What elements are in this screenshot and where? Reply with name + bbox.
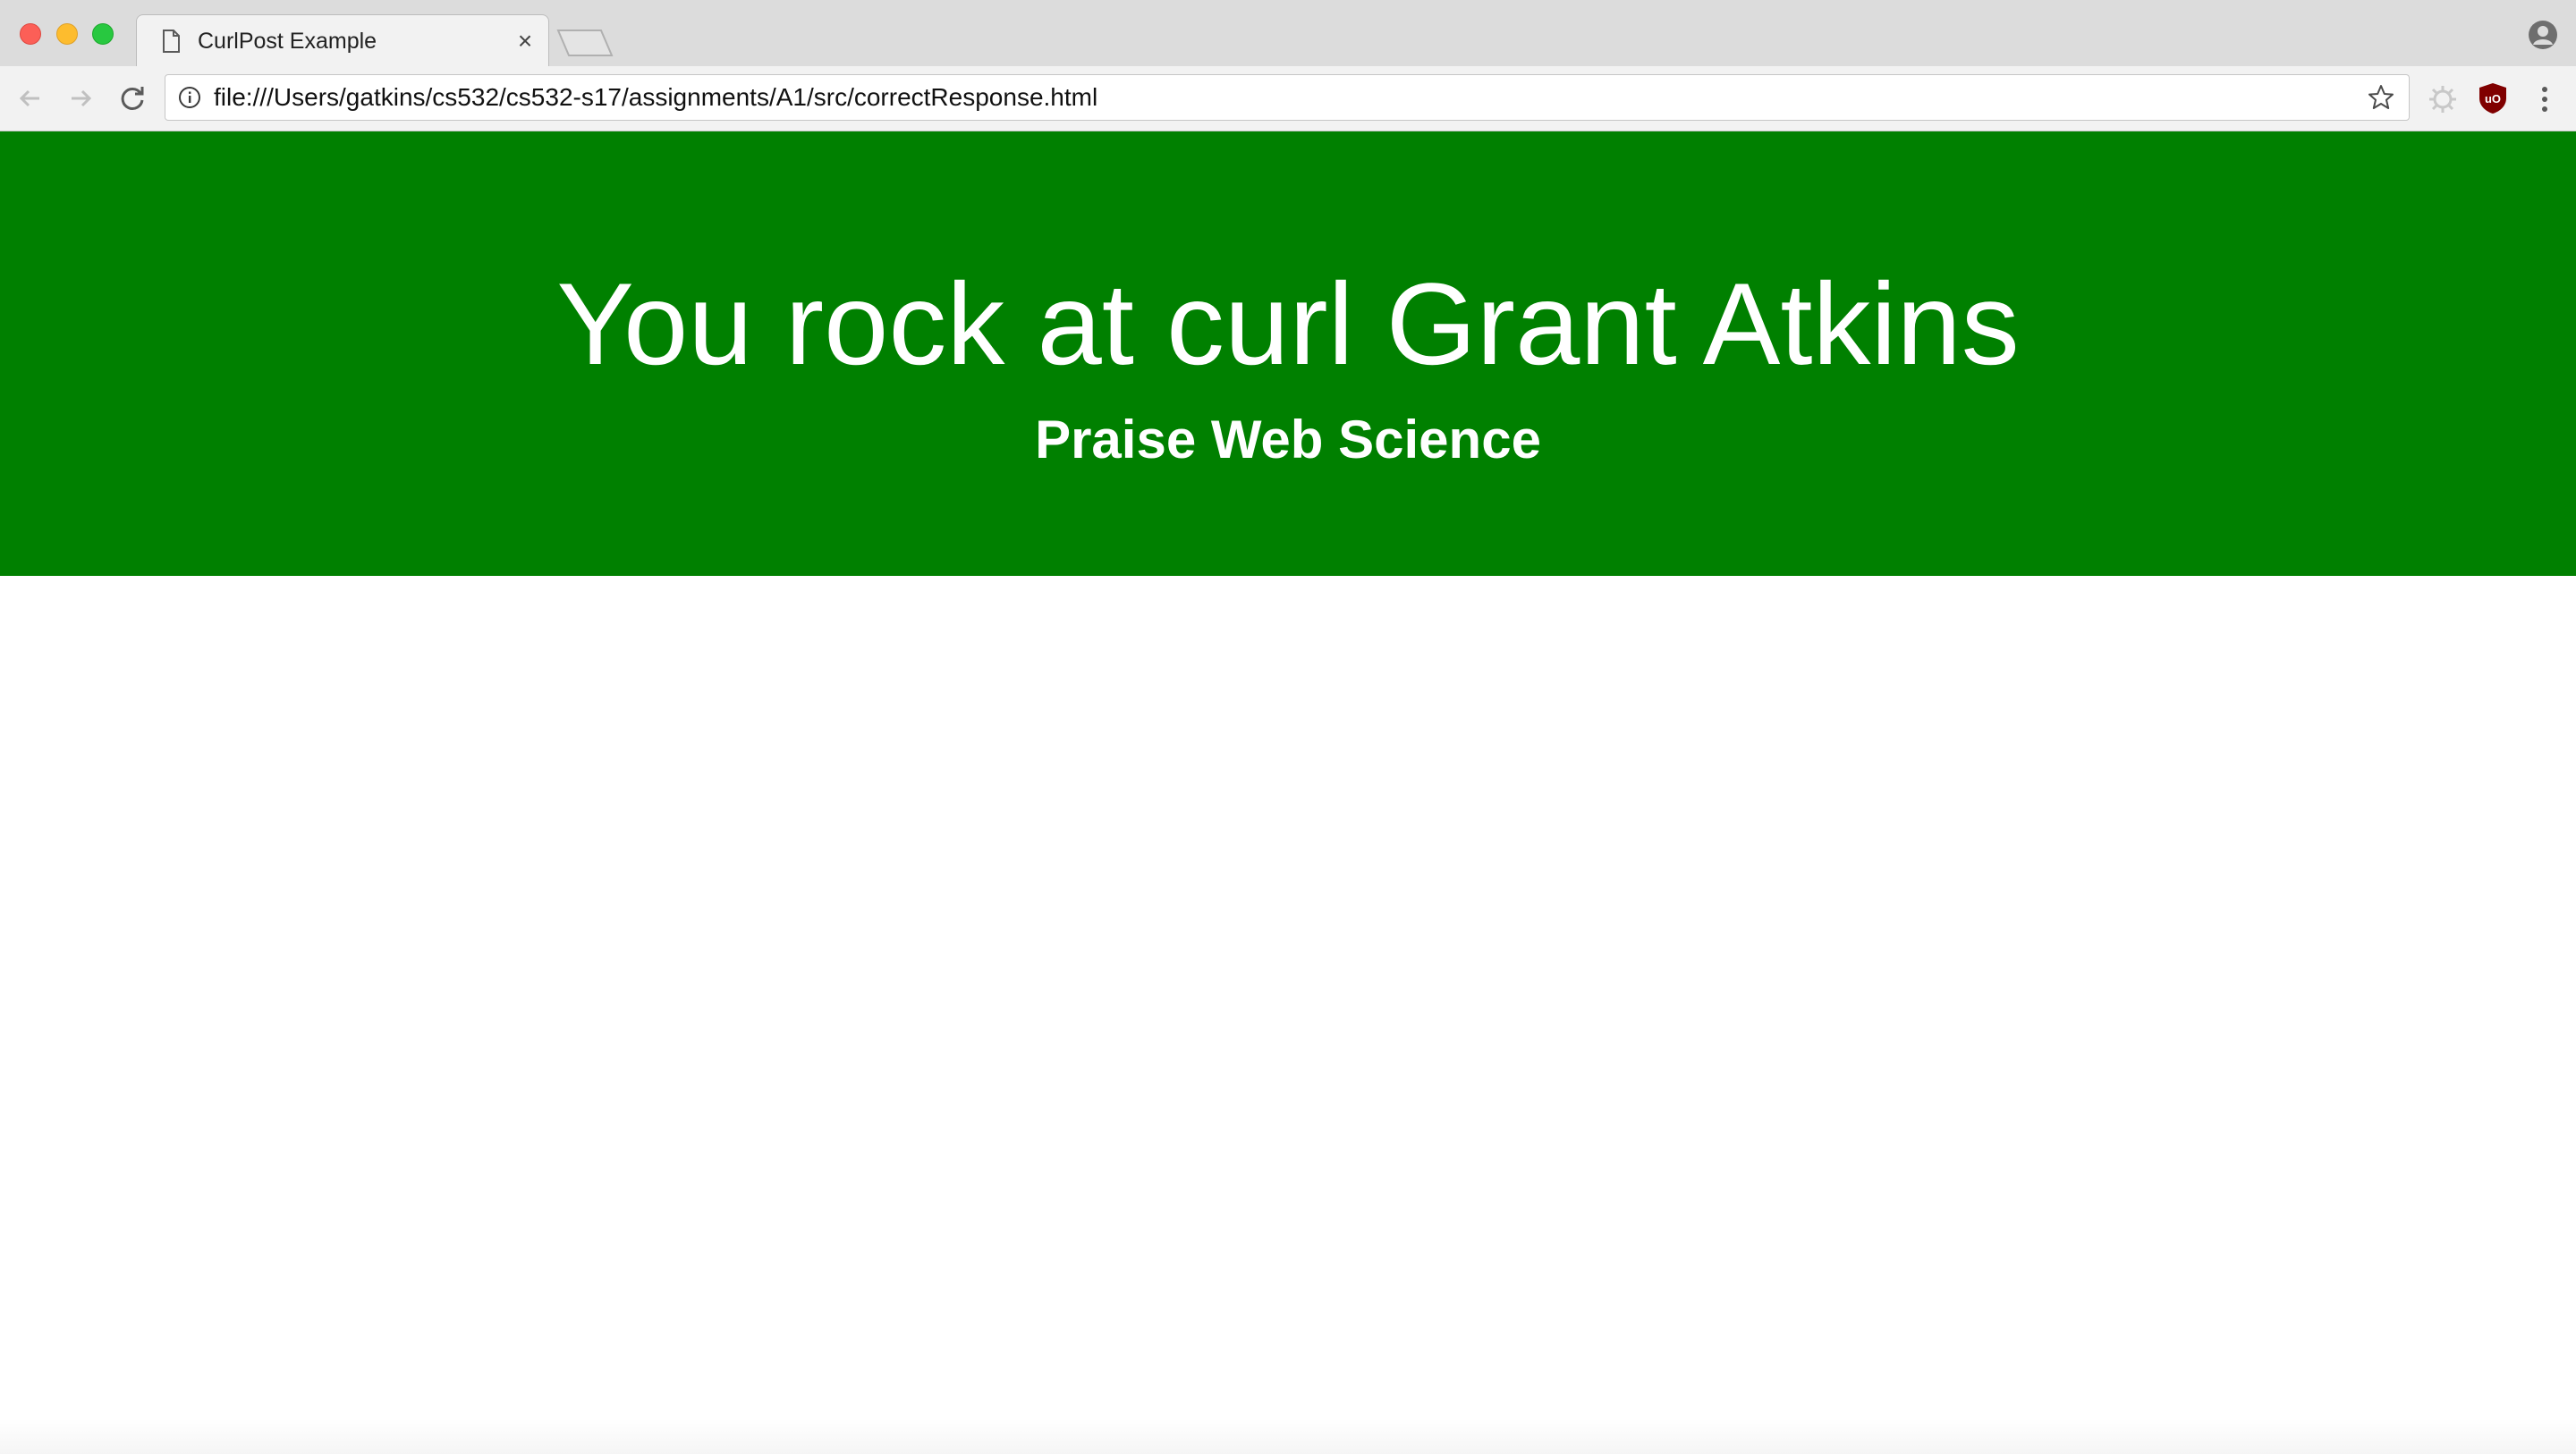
window-maximize-button[interactable]	[92, 23, 114, 45]
bottom-shadow	[0, 1418, 2576, 1454]
tab-close-icon[interactable]: ×	[513, 27, 538, 55]
svg-text:uO: uO	[2485, 92, 2501, 106]
url-text[interactable]: file:///Users/gatkins/cs532/cs532-s17/as…	[214, 75, 1097, 120]
window-close-button[interactable]	[20, 23, 41, 45]
forward-arrow-icon	[72, 89, 92, 107]
browser-toolbar: file:///Users/gatkins/cs532/cs532-s17/as…	[0, 66, 2576, 131]
reload-icon	[121, 87, 144, 110]
page-headline: You rock at curl Grant Atkins	[556, 258, 2020, 389]
back-button[interactable]	[11, 79, 50, 118]
ublock-icon[interactable]: uO	[2478, 82, 2508, 114]
forward-button[interactable]	[61, 79, 100, 118]
tab-title: CurlPost Example	[198, 29, 377, 54]
reload-button[interactable]	[113, 79, 152, 118]
page-viewport: You rock at curl Grant Atkins Praise Web…	[0, 131, 2576, 1454]
tab-curlpost-example[interactable]: CurlPost Example ×	[136, 14, 549, 67]
new-tab-button[interactable]	[556, 29, 614, 57]
header-banner: You rock at curl Grant Atkins Praise Web…	[0, 131, 2576, 576]
browser-window: CurlPost Example × file:///Users/gatkins…	[0, 0, 2576, 1454]
profile-icon[interactable]	[2528, 20, 2558, 50]
menu-icon[interactable]	[2531, 84, 2558, 114]
address-bar[interactable]: file:///Users/gatkins/cs532/cs532-s17/as…	[165, 74, 2410, 121]
document-icon	[163, 30, 180, 53]
page-subheadline: Praise Web Science	[1035, 410, 1541, 469]
star-icon[interactable]	[2368, 84, 2394, 111]
tab-strip: CurlPost Example ×	[0, 0, 2576, 67]
window-minimize-button[interactable]	[56, 23, 78, 45]
back-arrow-icon	[19, 89, 39, 107]
info-icon[interactable]	[178, 86, 201, 109]
extension-icon[interactable]	[2428, 84, 2458, 114]
